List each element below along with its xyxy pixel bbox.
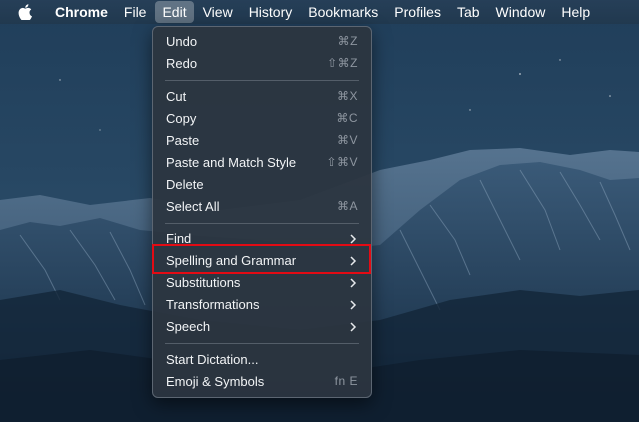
menu-bookmarks[interactable]: Bookmarks — [301, 1, 385, 23]
chevron-right-icon — [350, 322, 357, 332]
menu-item-redo[interactable]: Redo ⇧⌘Z — [153, 53, 371, 75]
menu-item-label: Delete — [166, 177, 204, 192]
menu-item-cut[interactable]: Cut ⌘X — [153, 86, 371, 108]
menu-tab[interactable]: Tab — [450, 1, 487, 23]
menu-item-transformations[interactable]: Transformations — [153, 294, 371, 316]
menu-item-substitutions[interactable]: Substitutions — [153, 272, 371, 294]
menu-item-start-dictation[interactable]: Start Dictation... — [153, 349, 371, 371]
shortcut-label: ⌘V — [336, 133, 358, 147]
menu-item-label: Transformations — [166, 297, 260, 312]
menu-edit[interactable]: Edit — [155, 1, 194, 23]
menu-item-label: Copy — [166, 111, 197, 126]
menu-separator — [165, 223, 359, 224]
menu-view[interactable]: View — [196, 1, 240, 23]
shortcut-label: ⌘Z — [337, 34, 358, 48]
shortcut-label: ⇧⌘Z — [327, 56, 358, 70]
menu-item-label: Substitutions — [166, 275, 241, 290]
shortcut-label: ⌘X — [336, 89, 358, 103]
chevron-right-icon — [350, 234, 357, 244]
shortcut-label: ⇧⌘V — [326, 155, 358, 169]
menu-separator — [165, 343, 359, 344]
menu-separator — [165, 80, 359, 81]
menu-item-label: Paste and Match Style — [166, 155, 297, 170]
menu-chrome[interactable]: Chrome — [48, 1, 115, 23]
shortcut-label: ⌘C — [336, 111, 358, 125]
shortcut-label: ⌘A — [336, 199, 358, 213]
menu-window[interactable]: Window — [489, 1, 553, 23]
menu-profiles[interactable]: Profiles — [387, 1, 448, 23]
menu-history[interactable]: History — [242, 1, 300, 23]
menu-item-paste[interactable]: Paste ⌘V — [153, 130, 371, 152]
menu-item-label: Select All — [166, 199, 220, 214]
chevron-right-icon — [350, 278, 357, 288]
menu-item-label: Emoji & Symbols — [166, 374, 265, 389]
menu-item-label: Redo — [166, 56, 198, 71]
edit-menu-dropdown: Undo ⌘Z Redo ⇧⌘Z Cut ⌘X Copy ⌘C Paste ⌘V… — [152, 26, 372, 398]
menu-item-delete[interactable]: Delete — [153, 174, 371, 196]
menu-item-copy[interactable]: Copy ⌘C — [153, 108, 371, 130]
highlight-annotation-box — [152, 244, 371, 274]
shortcut-label: fn E — [334, 374, 358, 388]
apple-logo-icon[interactable] — [17, 4, 33, 20]
menu-item-paste-and-match-style[interactable]: Paste and Match Style ⇧⌘V — [153, 152, 371, 174]
menu-item-label: Undo — [166, 34, 198, 49]
menu-item-select-all[interactable]: Select All ⌘A — [153, 196, 371, 218]
menu-item-label: Cut — [166, 89, 187, 104]
menu-item-label: Speech — [166, 319, 211, 334]
menu-item-speech[interactable]: Speech — [153, 316, 371, 338]
menu-item-label: Start Dictation... — [166, 352, 259, 367]
menu-item-undo[interactable]: Undo ⌘Z — [153, 31, 371, 53]
chevron-right-icon — [350, 300, 357, 310]
menu-item-label: Paste — [166, 133, 200, 148]
menu-item-emoji-and-symbols[interactable]: Emoji & Symbols fn E — [153, 371, 371, 393]
menu-file[interactable]: File — [117, 1, 154, 23]
menu-help[interactable]: Help — [554, 1, 597, 23]
menu-bar: Chrome File Edit View History Bookmarks … — [0, 0, 639, 24]
